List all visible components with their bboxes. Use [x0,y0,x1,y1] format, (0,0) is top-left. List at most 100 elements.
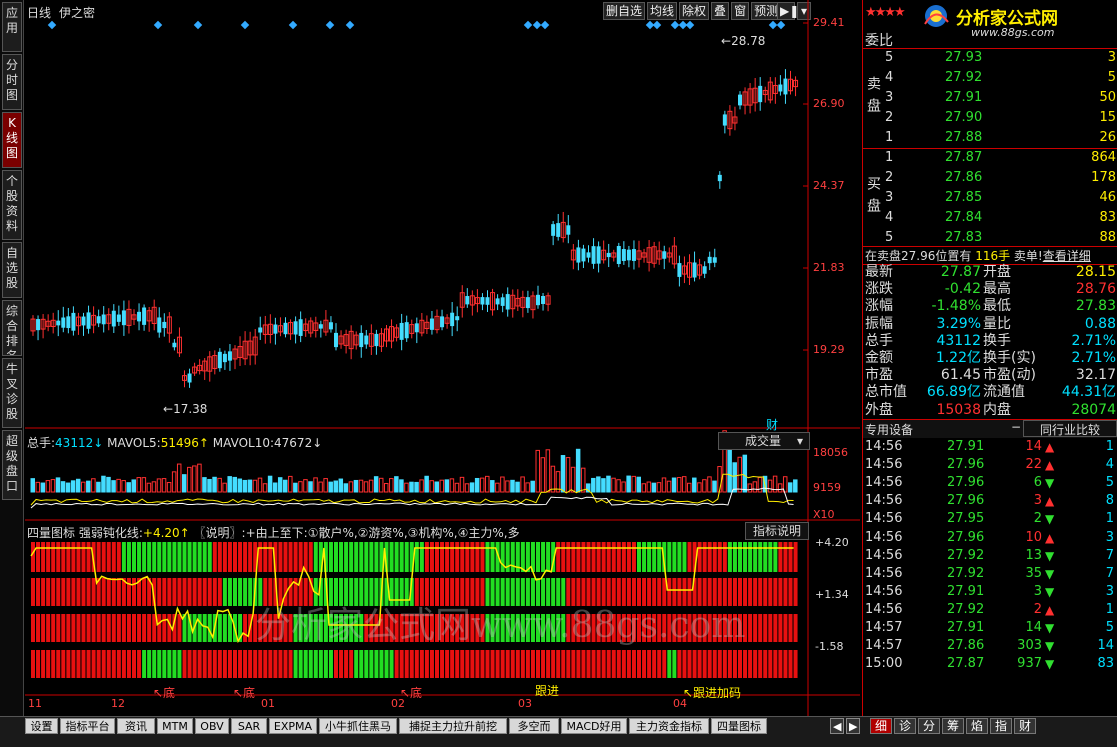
quad-bar [490,650,495,678]
quad-bar [642,542,647,572]
detail-tab[interactable]: 细 [870,718,892,734]
kline-chart[interactable] [25,0,860,716]
quad-bar [101,542,106,572]
volume-bar [636,476,641,493]
quad-bar [31,578,35,606]
indicator-tab[interactable]: 主力资金指标 [629,718,709,734]
volume-bar [439,479,445,493]
indicator-tab[interactable]: 四量图标 [711,718,767,734]
ticks-header: 专用设备 − 同行业比较 [863,420,1117,438]
quad-bar [455,578,460,606]
quad-bar [505,578,510,606]
indicator-tab[interactable]: 资讯 [117,718,155,734]
signal-diamond [776,20,786,30]
volume-bar [161,478,167,493]
tick-time: 14:56 [865,511,903,527]
quad-bar [601,614,606,642]
detail-tab[interactable]: 焰 [966,718,988,734]
quad-bar [657,650,662,678]
volume-bar [121,480,126,493]
candle-body [217,351,222,369]
left-tab[interactable]: 个股资料 [2,170,22,240]
quad-bar [475,542,480,572]
quad-bar [591,578,596,606]
quad-bar [566,542,571,572]
indicator-tab[interactable]: 指标平台 [60,718,115,734]
detail-tab[interactable]: 分 [918,718,940,734]
quad-bar [515,614,520,642]
left-tab[interactable]: 分时图 [2,54,22,110]
volume-bar [752,481,758,493]
candle-body [227,351,232,361]
detail-tab[interactable]: 指 [990,718,1012,734]
quad-bar [71,614,76,642]
quad-bar [743,614,748,642]
quad-bar [551,650,556,678]
indicator-tab[interactable]: MTM [157,718,193,734]
arrow-down-icon: ▼ [1045,548,1055,563]
detail-tab[interactable]: 筹 [942,718,964,734]
quad-bar [263,578,268,606]
indicator-tab[interactable]: 捕捉主力拉升前挖 [399,718,507,734]
left-tab[interactable]: K线图 [2,112,22,168]
volume-bar [141,477,147,493]
quad-bar [702,542,707,572]
quad-bar [364,650,369,678]
tick-time: 14:56 [865,529,903,545]
quad-bar [36,650,41,678]
quad-bar [536,578,540,606]
quad-bar [485,542,490,572]
quad-bar [793,578,798,606]
left-tab[interactable]: 综合排名 [2,300,22,356]
collapse-icon[interactable]: − [1011,420,1021,434]
scroll-left-icon[interactable]: ◀ [830,718,844,734]
quad-bar [389,650,394,678]
detail-tab[interactable]: 财 [1014,718,1036,734]
low-price-label: ←17.38 [163,402,208,416]
quad-bar [652,650,657,678]
volume-bar [409,481,414,493]
scroll-right-icon[interactable]: ▶ [846,718,860,734]
indicator-tab[interactable]: 小牛抓住黑马 [319,718,397,734]
quad-bar [475,614,480,642]
quad-bar [692,650,697,678]
quad-bar [556,578,561,606]
arrow-down-icon: ▼ [1045,621,1055,635]
volume-selector[interactable]: 成交量 ▾ [718,432,810,450]
indicator-tab[interactable]: SAR [231,718,267,734]
tick-row: 14:56 27.96 6 ▼ 5 [863,474,1117,492]
quad-bar [753,578,758,606]
quad-bar [571,650,576,678]
quad-bar [177,542,182,572]
indicator-tab[interactable]: 设置 [25,718,58,734]
indicator-explain-button[interactable]: 指标说明 [745,522,809,540]
signal-bottom-2: ↖底 [233,686,256,700]
indicator-tab[interactable]: 多空而 [509,718,559,734]
quad-bar [450,650,455,678]
left-tab[interactable]: 应用 [2,2,22,52]
indicator-tab[interactable]: OBV [195,718,229,734]
tick-volume: 14 [1025,620,1042,635]
indicator-tab[interactable]: EXPMA [269,718,317,734]
quad-bar [414,614,419,642]
left-tab[interactable]: 超级盘口 [2,430,22,500]
detail-tab[interactable]: 诊 [894,718,916,734]
left-tab[interactable]: 牛叉诊股 [2,358,22,428]
quad-bar [217,650,222,678]
volume-bar [621,481,626,493]
tick-time: 14:57 [865,620,903,635]
volume-bar [146,482,152,493]
left-tab[interactable]: 自选股 [2,242,22,298]
signal-bottom-1: ↖底 [153,686,176,700]
quad-bar [96,650,101,678]
finance-marker[interactable]: 财 [766,416,778,433]
candle-body [414,323,419,333]
candle-body [692,262,697,278]
quad-bar [116,578,121,606]
quad-bar [349,578,354,606]
arrow-up-icon: ▲ [1045,530,1055,545]
volume-bar [712,480,717,493]
industry-compare-button[interactable]: 同行业比较 [1023,420,1117,437]
indicator-tab[interactable]: MACD好用 [561,718,627,734]
view-detail-link[interactable]: 查看详细 [1043,249,1091,263]
